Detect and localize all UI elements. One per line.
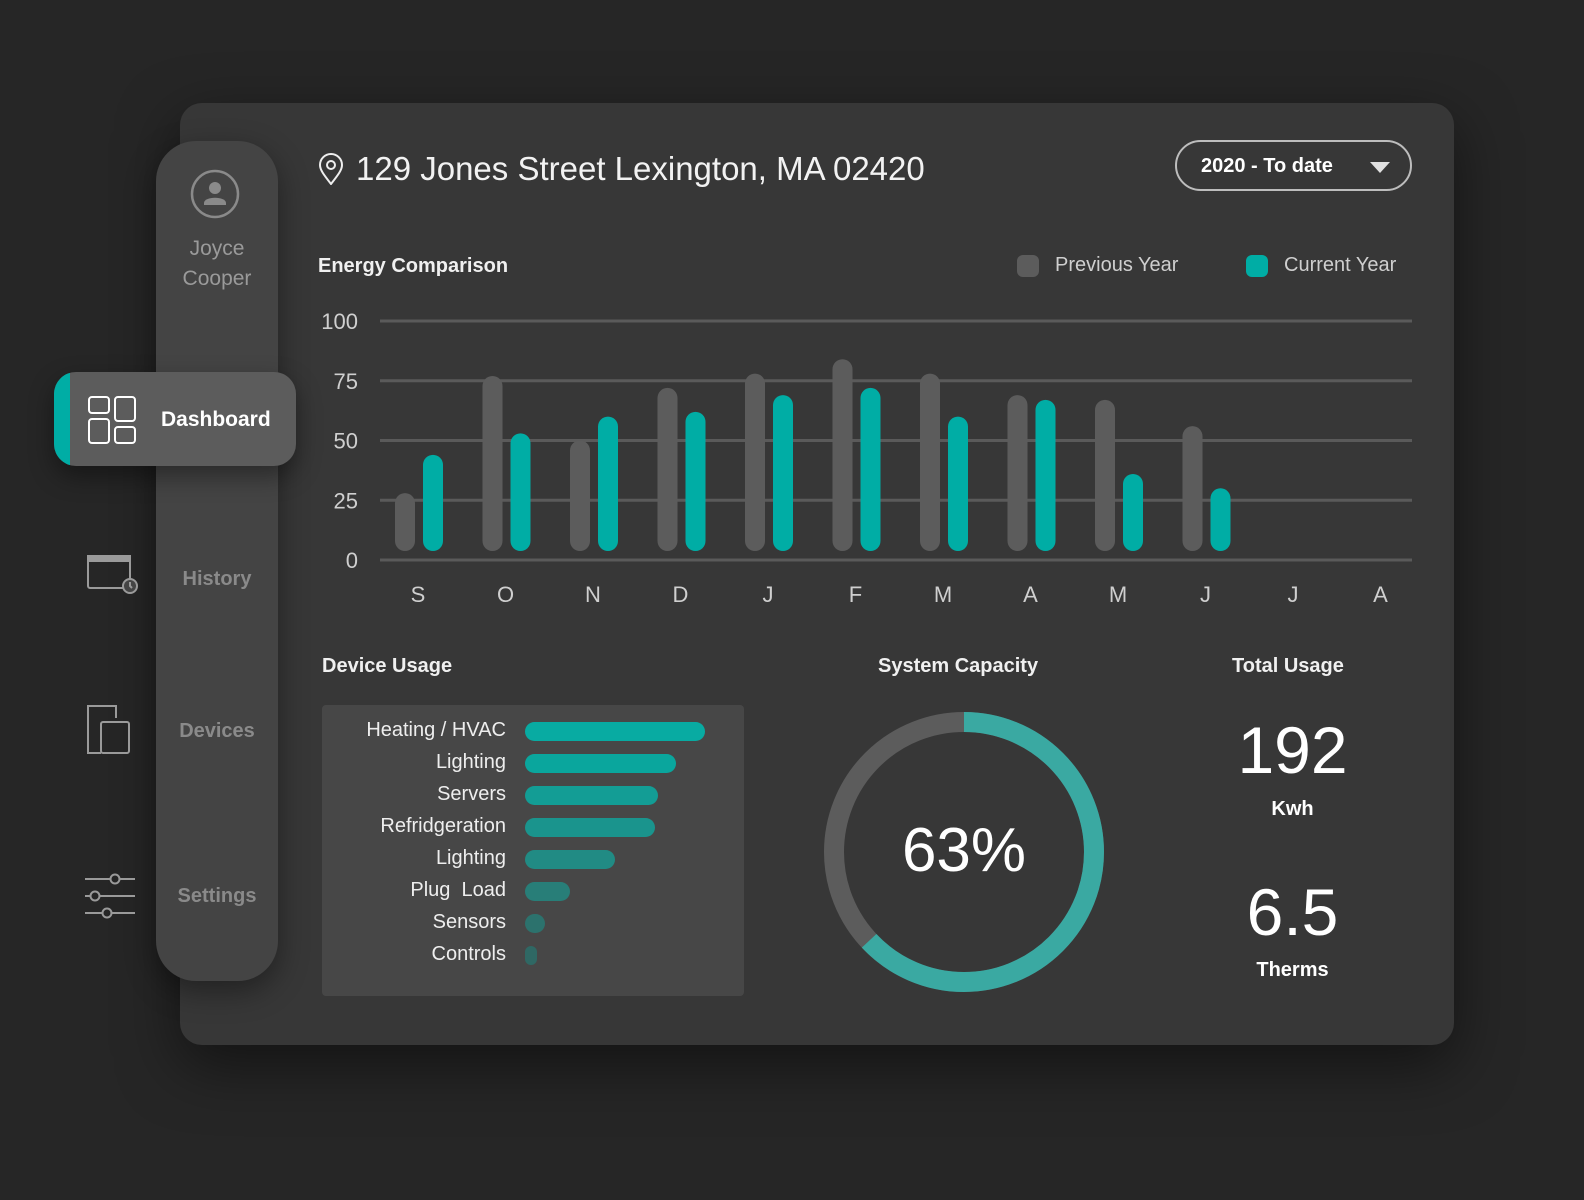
- bar-previous-year: [1007, 395, 1028, 551]
- device-usage-row: Refridgeration: [322, 815, 744, 839]
- device-usage-bar: [525, 754, 677, 773]
- device-usage-bar: [525, 818, 655, 837]
- nav-dashboard[interactable]: Dashboard: [54, 372, 296, 466]
- bar-previous-year: [482, 375, 503, 551]
- device-label: Servers: [437, 783, 506, 805]
- bar-previous-year: [745, 373, 765, 551]
- device-usage-panel: Heating / HVAC Lighting Servers Refridgerat…: [322, 705, 744, 996]
- device-usage-row: Lighting: [322, 751, 744, 775]
- legend-previous-year: Previous Year: [1017, 254, 1178, 277]
- active-indicator: [54, 372, 70, 466]
- y-tick-label: 75: [334, 369, 358, 394]
- bar-previous-year: [832, 359, 853, 551]
- chevron-down-icon: [1370, 162, 1390, 173]
- x-tick-label: M: [1109, 582, 1127, 607]
- device-label: Lighting: [435, 847, 506, 869]
- bar-current-year: [948, 416, 968, 551]
- device-usage-title: Device Usage: [322, 655, 453, 677]
- legend-swatch: [1246, 254, 1268, 277]
- kwh-unit: Kwh: [1271, 798, 1314, 820]
- bar-previous-year: [1182, 426, 1203, 551]
- bar-current-year: [860, 387, 881, 551]
- history-icon[interactable]: [87, 555, 139, 595]
- address: 129 Jones Street Lexington, MA 02420: [356, 150, 925, 187]
- legend-swatch: [1017, 254, 1039, 277]
- user-avatar-icon[interactable]: [190, 169, 240, 219]
- device-usage-row: Servers: [322, 783, 744, 807]
- device-usage-bar: [525, 882, 570, 901]
- device-label: Refridgeration: [380, 815, 506, 837]
- location-header: 129 Jones Street Lexington, MA 02420: [318, 150, 925, 188]
- energy-bar-chart: 100 75 50 25 0 S O N D J F M A M J J A: [321, 309, 1412, 607]
- bar-previous-year: [570, 440, 590, 551]
- x-tick-label: F: [849, 582, 862, 607]
- y-tick-label: 25: [334, 488, 358, 513]
- device-usage-bar: [525, 914, 545, 933]
- therms-value: 6.5: [1246, 875, 1339, 949]
- device-usage-row: Controls: [322, 943, 744, 967]
- x-tick-label: J: [1288, 582, 1299, 607]
- bar-current-year: [598, 416, 618, 551]
- legend-current-year: Current Year: [1246, 254, 1396, 277]
- bar-current-year: [1210, 488, 1231, 551]
- device-usage-bar: [525, 850, 615, 869]
- x-tick-label: J: [1200, 582, 1211, 607]
- therms-unit: Therms: [1256, 959, 1329, 981]
- bar-current-year: [1123, 473, 1143, 551]
- nav-devices[interactable]: Devices: [156, 720, 278, 743]
- capacity-percent: 63%: [901, 816, 1027, 885]
- y-tick-label: 100: [321, 309, 358, 334]
- bar-previous-year: [1095, 399, 1115, 551]
- total-usage-title: Total Usage: [1232, 655, 1344, 677]
- device-usage-row: Sensors: [322, 911, 744, 935]
- date-range-dropdown[interactable]: 2020 - To date: [1175, 140, 1412, 191]
- date-range-value: 2020 - To date: [1201, 155, 1333, 177]
- kwh-value: 192: [1237, 713, 1348, 787]
- x-tick-label: M: [934, 582, 952, 607]
- bar-current-year: [423, 454, 443, 551]
- devices-icon[interactable]: [87, 705, 133, 755]
- nav-label: Dashboard: [161, 408, 271, 431]
- bar-previous-year: [395, 493, 415, 551]
- nav-settings[interactable]: Settings: [156, 885, 278, 908]
- bar-previous-year: [920, 373, 940, 551]
- device-usage-bar: [525, 786, 659, 805]
- device-usage-row: Plug Load: [322, 879, 744, 903]
- energy-comparison-title: Energy Comparison: [318, 255, 509, 277]
- device-usage-row: Heating / HVAC: [322, 719, 744, 743]
- x-tick-label: D: [673, 582, 689, 607]
- dashboard-icon: [88, 396, 136, 444]
- location-pin-icon: [318, 153, 344, 185]
- bar-previous-year: [657, 387, 678, 551]
- device-label: Controls: [431, 943, 506, 965]
- device-usage-bar: [525, 722, 705, 741]
- x-tick-label: S: [411, 582, 426, 607]
- nav-history[interactable]: History: [156, 568, 278, 591]
- x-tick-label: N: [585, 582, 601, 607]
- bar-current-year: [1035, 399, 1056, 551]
- bar-current-year: [773, 395, 793, 551]
- x-tick-label: O: [497, 582, 514, 607]
- device-label: Sensors: [432, 911, 506, 933]
- user-name: Joyce Cooper: [182, 237, 252, 290]
- device-usage-row: Lighting: [322, 847, 744, 871]
- settings-sliders-icon[interactable]: [85, 872, 135, 920]
- device-label: Lighting: [435, 751, 506, 773]
- y-tick-label: 0: [346, 548, 358, 573]
- system-capacity-title: System Capacity: [878, 655, 1039, 677]
- bar-current-year: [510, 433, 531, 551]
- x-tick-label: J: [763, 582, 774, 607]
- bar-current-year: [685, 411, 706, 551]
- x-tick-label: A: [1373, 582, 1388, 607]
- device-label: Heating / HVAC: [366, 719, 506, 741]
- y-tick-label: 50: [334, 429, 358, 454]
- device-label: Plug Load: [410, 879, 506, 901]
- x-tick-label: A: [1023, 582, 1038, 607]
- device-usage-bar: [525, 946, 537, 965]
